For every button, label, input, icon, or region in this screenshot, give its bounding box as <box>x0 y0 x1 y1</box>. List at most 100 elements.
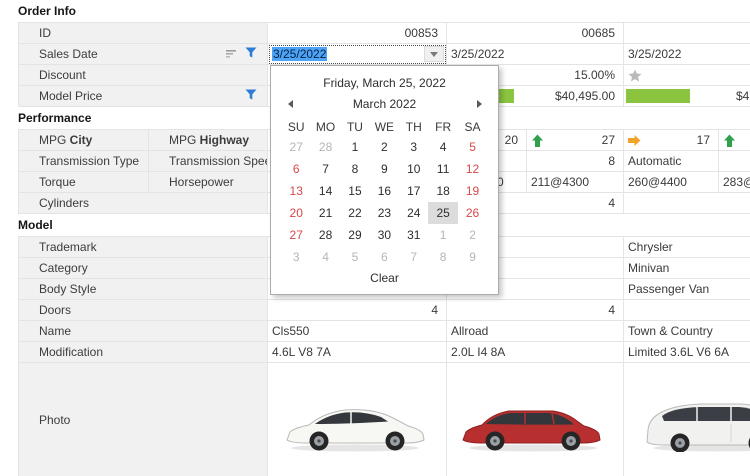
calendar-day[interactable]: 21 <box>311 202 340 224</box>
value-cell[interactable]: Chrysler <box>624 237 750 258</box>
value-cell[interactable]: 211@4300 <box>527 172 624 193</box>
calendar-day[interactable]: 8 <box>428 246 457 268</box>
calendar-day[interactable]: 30 <box>370 224 399 246</box>
calendar-day[interactable]: 9 <box>370 158 399 180</box>
value-cell[interactable]: 00685 <box>447 23 624 44</box>
calendar-day[interactable]: 7 <box>311 158 340 180</box>
value-cell[interactable]: Cls550 <box>268 321 447 342</box>
value-cell[interactable]: 00853 <box>268 23 447 44</box>
sales-date-editor[interactable]: 3/25/2022 <box>268 44 447 65</box>
value-cell[interactable]: 17 <box>624 130 719 151</box>
value-cell[interactable]: 4 <box>447 300 624 321</box>
calendar-day[interactable]: 12 <box>458 158 487 180</box>
calendar-day[interactable]: 28 <box>311 136 340 158</box>
value-cell[interactable]: Minivan <box>624 258 750 279</box>
value-cell[interactable]: 4.6L V8 7A <box>268 342 447 363</box>
photo-cell[interactable] <box>624 363 750 476</box>
value-cell[interactable]: 8 <box>527 151 624 172</box>
calendar-day[interactable]: 26 <box>458 202 487 224</box>
calendar-day[interactable]: 9 <box>458 246 487 268</box>
value-cell[interactable]: 4 <box>268 300 447 321</box>
value-cell[interactable]: 2.0L I4 8A <box>447 342 624 363</box>
row-header-name[interactable]: Name <box>19 321 268 342</box>
row-header-torque[interactable]: Torque <box>19 172 149 193</box>
calendar-day[interactable]: 6 <box>282 158 311 180</box>
calendar-day[interactable]: 24 <box>399 202 428 224</box>
calendar-day[interactable]: 11 <box>428 158 457 180</box>
calendar-clear-button[interactable]: Clear <box>271 271 498 285</box>
calendar-day[interactable]: 8 <box>340 158 369 180</box>
calendar-day[interactable]: 5 <box>458 136 487 158</box>
value-cell[interactable]: Passenger Van <box>624 279 750 300</box>
value-cell[interactable]: Automatic <box>624 151 719 172</box>
calendar-day-selected[interactable]: 25 <box>428 202 457 224</box>
dropdown-button[interactable] <box>424 46 444 62</box>
value-cell[interactable]: $42 <box>624 86 750 107</box>
calendar-day[interactable]: 22 <box>340 202 369 224</box>
value-cell[interactable] <box>719 130 750 151</box>
row-header-transmission-speeds[interactable]: Transmission Speeds <box>149 151 268 172</box>
filter-icon-btn[interactable] <box>245 87 257 106</box>
calendar-day[interactable]: 31 <box>399 224 428 246</box>
calendar-day[interactable]: 27 <box>282 136 311 158</box>
value-cell[interactable] <box>624 300 750 321</box>
calendar-day[interactable]: 5 <box>340 246 369 268</box>
value-cell[interactable]: 260@4400 <box>624 172 719 193</box>
row-header-trademark[interactable]: Trademark <box>19 237 268 258</box>
value-cell[interactable]: Limited 3.6L V6 6A <box>624 342 750 363</box>
row-header-category[interactable]: Category <box>19 258 268 279</box>
calendar-day[interactable]: 1 <box>340 136 369 158</box>
calendar-day[interactable]: 14 <box>311 180 340 202</box>
calendar-day[interactable]: 7 <box>399 246 428 268</box>
calendar-day[interactable]: 28 <box>311 224 340 246</box>
calendar-day[interactable]: 4 <box>428 136 457 158</box>
row-header-transmission-type[interactable]: Transmission Type <box>19 151 149 172</box>
value-cell[interactable]: Allroad <box>447 321 624 342</box>
calendar-day[interactable]: 20 <box>282 202 311 224</box>
value-cell[interactable]: Town & Country <box>624 321 750 342</box>
calendar-day[interactable]: 1 <box>428 224 457 246</box>
value-cell[interactable]: 3/25/2022 <box>624 44 750 65</box>
row-header-horsepower[interactable]: Horsepower <box>149 172 268 193</box>
prev-month-button[interactable] <box>283 100 297 108</box>
calendar-day[interactable]: 2 <box>370 136 399 158</box>
date-editor-value[interactable]: 3/25/2022 <box>268 45 424 64</box>
row-header-sales-date[interactable]: Sales Date <box>19 44 268 65</box>
next-month-button[interactable] <box>472 100 486 108</box>
row-header-photo[interactable]: Photo <box>19 363 268 476</box>
calendar-day[interactable]: 3 <box>282 246 311 268</box>
calendar-day[interactable]: 23 <box>370 202 399 224</box>
calendar-day[interactable]: 2 <box>458 224 487 246</box>
row-header-doors[interactable]: Doors <box>19 300 268 321</box>
value-cell[interactable]: 283@6 <box>719 172 750 193</box>
row-header-discount[interactable]: Discount <box>19 65 268 86</box>
group-header-order-info[interactable]: Order Info <box>0 0 750 22</box>
calendar-day[interactable]: 17 <box>399 180 428 202</box>
calendar-day[interactable]: 6 <box>370 246 399 268</box>
value-cell[interactable] <box>624 23 750 44</box>
row-header-mpg[interactable]: MPG City <box>19 130 149 151</box>
calendar-day[interactable]: 13 <box>282 180 311 202</box>
photo-cell[interactable] <box>447 363 624 476</box>
calendar-day[interactable]: 4 <box>311 246 340 268</box>
calendar-day[interactable]: 15 <box>340 180 369 202</box>
row-header-model-price[interactable]: Model Price <box>19 86 268 107</box>
value-cell[interactable] <box>719 151 750 172</box>
value-cell[interactable]: 27 <box>527 130 624 151</box>
calendar-day[interactable]: 19 <box>458 180 487 202</box>
row-header-cylinders[interactable]: Cylinders <box>19 193 268 214</box>
value-cell[interactable]: 3/25/2022 <box>447 44 624 65</box>
calendar-day[interactable]: 29 <box>340 224 369 246</box>
row-header-id[interactable]: ID <box>19 23 268 44</box>
calendar-day[interactable]: 16 <box>370 180 399 202</box>
row-header-modification[interactable]: Modification <box>19 342 268 363</box>
photo-cell[interactable] <box>268 363 447 476</box>
row-header-body-style[interactable]: Body Style <box>19 279 268 300</box>
value-cell[interactable] <box>624 193 750 214</box>
value-cell[interactable] <box>624 65 750 86</box>
row-header-mpg[interactable]: MPG Highway <box>149 130 268 151</box>
calendar-day[interactable]: 10 <box>399 158 428 180</box>
calendar-day[interactable]: 18 <box>428 180 457 202</box>
filter-icon-btn[interactable] <box>245 45 257 64</box>
calendar-day[interactable]: 3 <box>399 136 428 158</box>
